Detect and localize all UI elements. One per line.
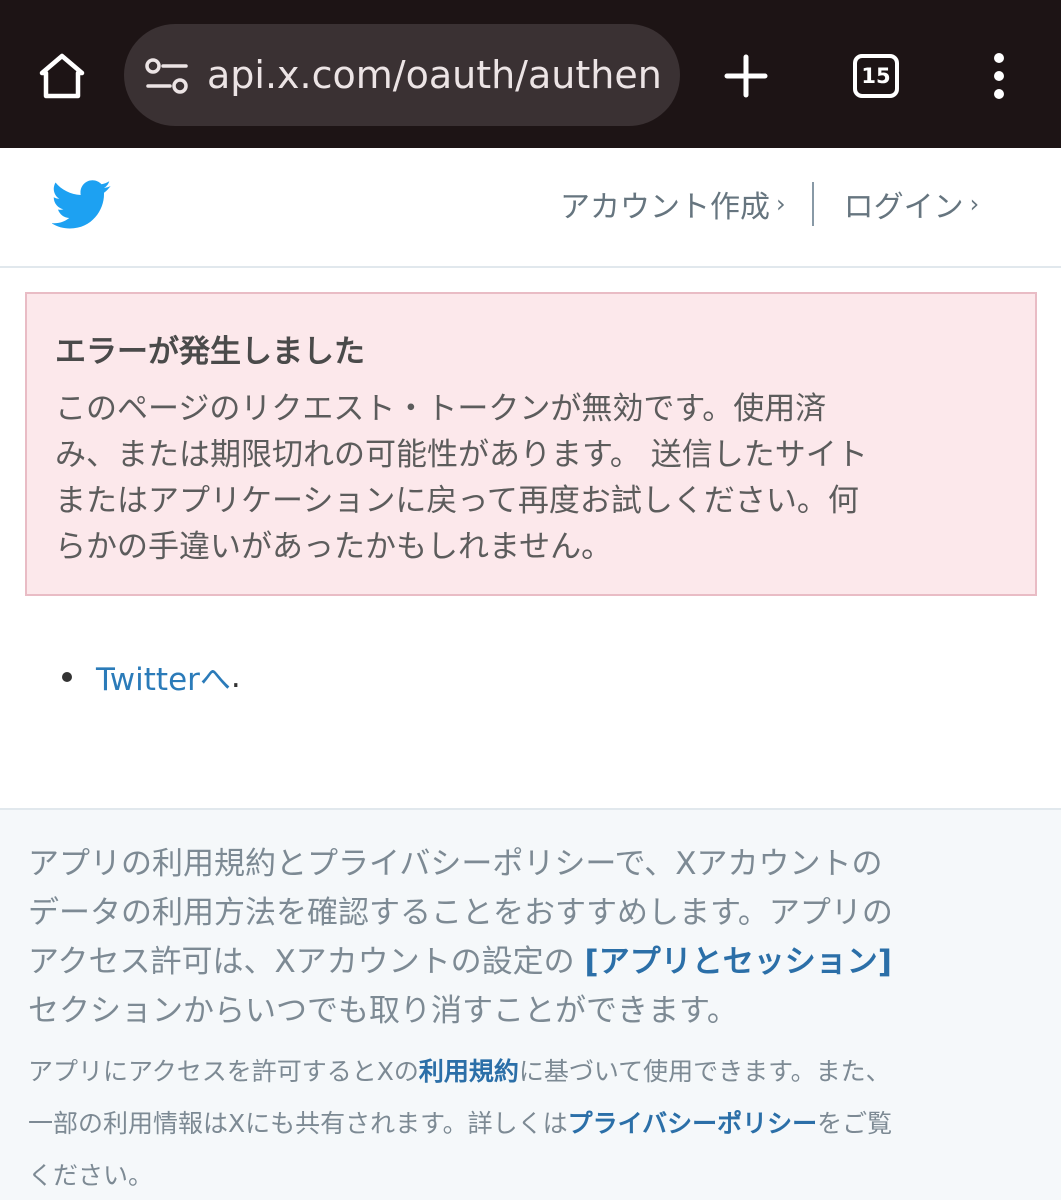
error-line: このページのリクエスト・トークンが無効です。使用済 [55, 391, 827, 427]
browser-toolbar: api.x.com/oauth/authent 15 [0, 0, 1061, 148]
legal-text: アプリにアクセスを許可するとXの [28, 1057, 419, 1086]
more-vert-icon[interactable] [975, 44, 1023, 108]
footer: アプリの利用規約とプライバシーポリシーで、Xアカウントの データの利用方法を確認… [0, 808, 1061, 1200]
plus-icon [724, 54, 768, 98]
link-list: Twitterへ . [62, 654, 241, 699]
error-line: み、または期限切れの可能性があります。 送信したサイト [55, 437, 868, 473]
tab-count: 15 [861, 64, 891, 88]
address-bar[interactable]: api.x.com/oauth/authent [124, 24, 680, 126]
error-line: らかの手違いがあったかもしれません。 [55, 529, 613, 565]
legal-line: アプリにアクセスを許可するとXの利用規約に基づいて使用できます。また、 [28, 1046, 1038, 1098]
bullet [62, 671, 72, 682]
new-tab-button[interactable] [714, 44, 778, 108]
login-label: ログイン [843, 190, 964, 225]
footer-line: セクションからいつでも取り消すことができます。 [28, 993, 738, 1029]
legal-line: ください。 [28, 1161, 154, 1190]
legal-text: をご覧 [817, 1109, 893, 1138]
home-icon [39, 53, 85, 99]
url-text[interactable]: api.x.com/oauth/authent [207, 24, 662, 126]
apps-sessions-link[interactable]: [アプリとセッション] [585, 944, 892, 980]
error-line: またはアプリケーションに戻って再度お試しください。何 [55, 483, 859, 519]
legal-text: 一部の利用情報はXにも共有されます。詳しくは [28, 1109, 568, 1138]
site-header: アカウント作成 › ログイン › [0, 148, 1061, 268]
privacy-policy-link[interactable]: プライバシーポリシー [568, 1109, 818, 1138]
tab-switcher-button[interactable]: 15 [853, 54, 899, 98]
signup-label: アカウント作成 [560, 190, 770, 225]
nav-divider [811, 182, 814, 226]
footer-legal: アプリにアクセスを許可するとXの利用規約に基づいて使用できます。また、 一部の利… [28, 1046, 1038, 1200]
error-message: エラーが発生しました このページのリクエスト・トークンが無効です。使用済 み、ま… [25, 292, 1037, 596]
site-settings-icon[interactable] [144, 58, 190, 94]
link-suffix: . [230, 658, 241, 695]
footer-text: アクセス許可は、Xアカウントの設定の [28, 944, 585, 980]
footer-line: データの利用方法を確認することをおすすめします。アプリの [28, 895, 893, 931]
error-body: このページのリクエスト・トークンが無効です。使用済 み、または期限切れの可能性が… [55, 386, 1005, 570]
terms-link[interactable]: 利用規約 [419, 1057, 519, 1086]
login-link[interactable]: ログイン › [844, 182, 980, 226]
footer-notice: アプリの利用規約とプライバシーポリシーで、Xアカウントの データの利用方法を確認… [28, 840, 1038, 1036]
header-nav: アカウント作成 › ログイン › [560, 178, 979, 230]
legal-line: 一部の利用情報はXにも共有されます。詳しくはプライバシーポリシーをご覧 [28, 1098, 1038, 1150]
footer-line: アクセス許可は、Xアカウントの設定の [アプリとセッション] [28, 938, 1038, 987]
signup-link[interactable]: アカウント作成 › [560, 182, 786, 226]
chevron-right-icon: › [969, 190, 980, 218]
legal-text: に基づいて使用できます。また、 [518, 1057, 891, 1086]
twitter-bird-icon[interactable] [52, 180, 112, 230]
twitter-home-link[interactable]: Twitterへ [96, 654, 231, 699]
list-item: Twitterへ . [62, 654, 241, 699]
home-button[interactable] [30, 44, 94, 108]
error-title: エラーが発生しました [55, 334, 365, 370]
footer-line: アプリの利用規約とプライバシーポリシーで、Xアカウントの [28, 846, 883, 882]
chevron-right-icon: › [776, 190, 786, 218]
